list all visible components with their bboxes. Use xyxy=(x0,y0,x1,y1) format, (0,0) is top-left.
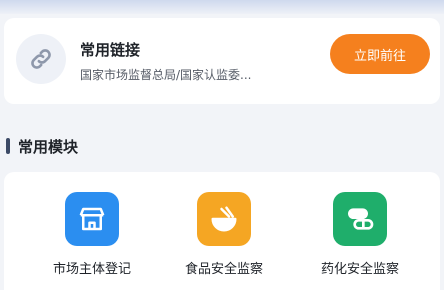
section-accent-bar xyxy=(6,138,10,154)
module-label: 食品安全监察 xyxy=(184,262,263,277)
module-label: 市场主体登记 xyxy=(52,262,131,277)
modules-grid: 市场主体登记 食品安全监察 药化安全监察 xyxy=(4,172,440,290)
section-title: 常用模块 xyxy=(18,138,79,156)
food-bowl-icon xyxy=(197,192,251,246)
top-banner-strip xyxy=(0,0,444,14)
link-icon xyxy=(16,34,66,84)
module-label: 药化安全监察 xyxy=(320,262,399,277)
module-market-registration[interactable]: 市场主体登记 xyxy=(32,192,152,277)
common-links-card[interactable]: 常用链接 国家市场监督总局/国家认监委... 立即前往 xyxy=(4,18,440,104)
module-food-safety[interactable]: 食品安全监察 xyxy=(164,192,284,277)
page: 常用链接 国家市场监督总局/国家认监委... 立即前往 常用模块 市场主体登记 xyxy=(0,0,444,290)
go-now-button[interactable]: 立即前往 xyxy=(330,34,430,74)
store-icon xyxy=(65,192,119,246)
common-links-subtitle: 国家市场监督总局/国家认监委... xyxy=(80,68,252,82)
common-links-title: 常用链接 xyxy=(80,41,141,59)
pills-icon xyxy=(333,192,387,246)
module-drug-chemical-safety[interactable]: 药化安全监察 xyxy=(300,192,420,277)
